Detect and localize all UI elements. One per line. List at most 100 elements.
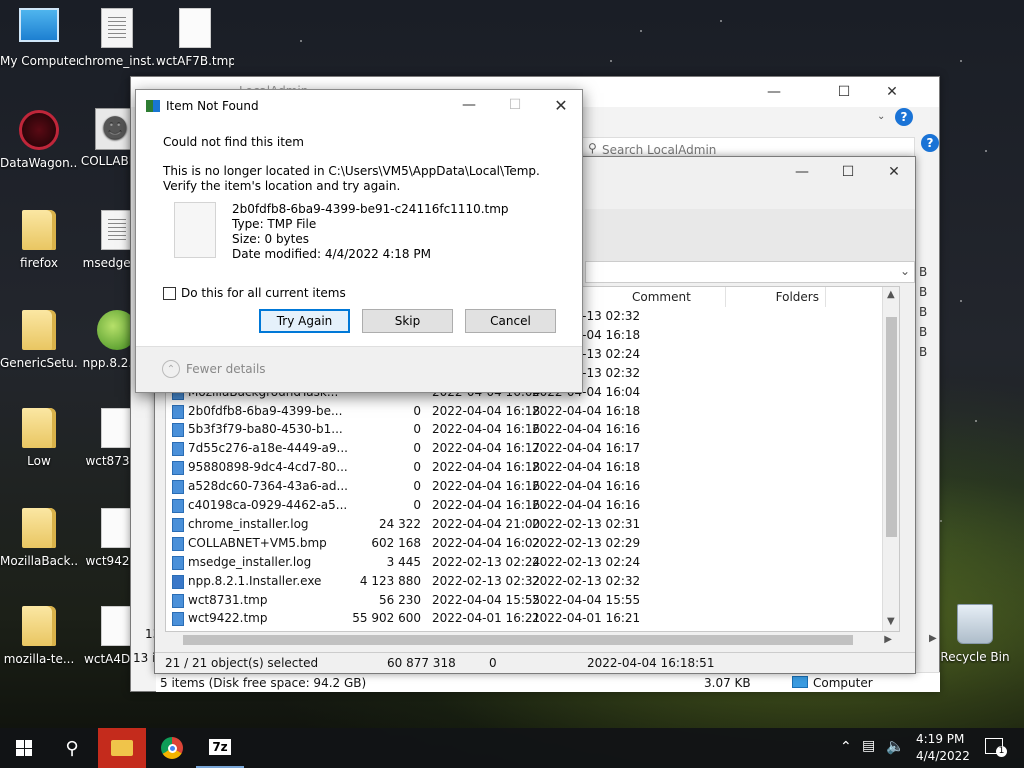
file-icon [172, 555, 184, 570]
table-row[interactable]: COLLABNET+VM5.bmp 602 168 2022-04-04 16:02… [166, 534, 899, 553]
desktop-icon-firefox[interactable]: firefox [0, 210, 78, 270]
table-row[interactable]: 2b0fdfb8-6ba9-4399-be... 0 2022-04-04 16:1… [166, 402, 899, 421]
search-icon: ⚲ [65, 737, 79, 759]
desktop-icon-datawagon[interactable]: DataWagon... [0, 110, 78, 170]
folder-icon [22, 508, 56, 548]
file-icon [172, 461, 184, 476]
chevron-up-icon[interactable]: ⌃ [840, 739, 852, 755]
desktop-icon-mozilla-te[interactable]: mozilla-te... [0, 606, 78, 666]
taskbar-7zip[interactable]: 7z [196, 728, 244, 768]
close-button[interactable]: ✕ [871, 157, 917, 187]
fewer-details-link[interactable]: Fewer details [186, 362, 266, 376]
chevron-up-icon[interactable]: ⌃ [162, 360, 180, 378]
skip-button[interactable]: Skip [362, 309, 453, 333]
dialog-app-icon [146, 100, 160, 112]
file-icon [172, 423, 184, 438]
file-name-cell: npp.8.2.1.Installer.exe [188, 573, 322, 588]
table-row[interactable]: chrome_installer.log 24 322 2022-04-04 21:… [166, 515, 899, 534]
taskbar-chrome[interactable] [148, 728, 196, 768]
path-bar[interactable]: ⌄ [585, 261, 915, 283]
file-icon [101, 408, 133, 448]
table-row[interactable]: a528dc60-7364-43a6-ad... 0 2022-04-04 16:1… [166, 477, 899, 496]
network-icon[interactable]: ▤ [862, 738, 875, 754]
chevron-down-icon[interactable]: ⌄ [877, 111, 885, 122]
created-cell: 2022-02-13 02:29 [532, 535, 641, 550]
scroll-right-arrow[interactable]: ▶ [929, 633, 937, 644]
file-size-cell: 0 [413, 441, 421, 456]
dialog-message: This is no longer located in C:\Users\VM… [163, 164, 540, 193]
file-size-cell: 0 [413, 498, 421, 512]
column-comment[interactable]: Comment [626, 287, 726, 307]
help-icon-2[interactable]: ? [921, 134, 939, 152]
computer-icon [792, 676, 808, 688]
text-file-icon [101, 8, 133, 48]
modified-cell: 2022-04-04 16:16 [432, 422, 541, 437]
7zip-icon: 7z [209, 739, 231, 755]
volume-icon[interactable]: 🔈 [886, 737, 905, 755]
scroll-thumb[interactable] [886, 317, 897, 537]
table-row[interactable]: npp.8.2.1.Installer.exe 4 123 880 2022-02-… [166, 572, 899, 591]
maximize-button: ☐ [508, 97, 522, 113]
explorer-status-bar: 5 items (Disk free space: 94.2 GB) 3.07 … [156, 672, 940, 692]
minimize-button[interactable]: — [751, 77, 797, 107]
close-button[interactable]: ✕ [538, 90, 584, 120]
column-folders[interactable]: Folders [726, 287, 826, 307]
modified-cell: 2022-04-04 16:18 [432, 403, 541, 418]
desktop-icon-chrome-installer[interactable]: chrome_inst... [78, 8, 156, 68]
search-button[interactable]: ⚲ [48, 728, 96, 768]
help-icon[interactable]: ? [895, 108, 913, 126]
table-row[interactable]: 95880898-9dc4-4cd7-80... 0 2022-04-04 16:1… [166, 458, 899, 477]
hscroll-thumb[interactable] [183, 635, 853, 645]
table-row[interactable]: c40198ca-0929-4462-a5... 0 2022-04-04 16:1… [166, 496, 899, 515]
folder-icon [111, 740, 133, 756]
maximize-button[interactable]: ☐ [821, 77, 867, 107]
file-icon [172, 499, 184, 513]
created-cell: 2022-04-04 16:16 [532, 498, 641, 512]
minimize-button[interactable]: — [779, 157, 825, 187]
vertical-scrollbar[interactable]: ▲ ▼ [882, 287, 899, 631]
horizontal-scrollbar[interactable]: ▶ [165, 632, 900, 648]
file-name-cell: 2b0fdfb8-6ba9-4399-be... [188, 403, 343, 418]
taskbar-file-explorer[interactable] [98, 728, 146, 768]
close-button[interactable]: ✕ [869, 77, 915, 107]
clock-time[interactable]: 4:19 PM [916, 732, 964, 746]
file-name-cell: COLLABNET+VM5.bmp [188, 535, 327, 550]
user-icon: ☻ [95, 108, 135, 150]
scroll-down-arrow[interactable]: ▼ [887, 616, 895, 627]
search-icon: ⚲ [588, 141, 597, 155]
desktop-icon-mozillaback[interactable]: MozillaBack... [0, 508, 78, 568]
start-button[interactable] [0, 728, 48, 768]
file-name-cell: wct8731.tmp [188, 592, 268, 607]
chevron-down-icon[interactable]: ⌄ [900, 264, 910, 278]
status-items: 5 items (Disk free space: 94.2 GB) [160, 676, 367, 690]
desktop-icon-low[interactable]: Low [0, 408, 78, 468]
taskbar: ⚲ 7z ⌃ ▤ 🔈 4:19 PM 4/4/2022 1 [0, 728, 1024, 768]
desktop-icon-wctaf7b[interactable]: wctAF7B.tmp [156, 8, 234, 68]
file-type: Type: TMP File [232, 217, 317, 231]
clock-date[interactable]: 4/4/2022 [916, 749, 970, 763]
table-row[interactable]: wct8731.tmp 56 230 2022-04-04 15:55 2022-04… [166, 591, 899, 610]
table-row[interactable]: wct9422.tmp 55 902 600 2022-04-01 16:21 202… [166, 609, 899, 628]
table-row[interactable]: 7d55c276-a18e-4449-a9... 0 2022-04-04 16:1… [166, 439, 899, 458]
try-again-button[interactable]: Try Again [259, 309, 350, 333]
cancel-button[interactable]: Cancel [465, 309, 556, 333]
file-icon [101, 508, 133, 548]
desktop-icon-my-computer[interactable]: My Computer [0, 8, 78, 68]
file-size-cell: 602 168 [371, 535, 421, 550]
file-size-cell: 24 322 [379, 516, 421, 531]
file-name-cell: a528dc60-7364-43a6-ad... [188, 479, 348, 494]
file-icon [101, 606, 133, 646]
status-size: 3.07 KB [704, 676, 751, 690]
table-row[interactable]: 5b3f3f79-ba80-4530-b1... 0 2022-04-04 16:1… [166, 420, 899, 439]
desktop-icon-recycle-bin[interactable]: Recycle Bin [936, 604, 1014, 664]
table-row[interactable]: msedge_installer.log 3 445 2022-02-13 02:2… [166, 553, 899, 572]
scroll-up-arrow[interactable]: ▲ [887, 289, 895, 300]
file-size-cell: 56 230 [379, 592, 421, 607]
maximize-button[interactable]: ☐ [825, 157, 871, 187]
do-for-all-checkbox[interactable] [163, 287, 176, 300]
scroll-right-arrow[interactable]: ▶ [884, 634, 892, 645]
file-icon [172, 612, 184, 627]
desktop-icon-genericsetup[interactable]: GenericSetu... [0, 310, 78, 370]
checkbox-label[interactable]: Do this for all current items [181, 286, 346, 300]
minimize-button[interactable]: — [446, 90, 492, 120]
